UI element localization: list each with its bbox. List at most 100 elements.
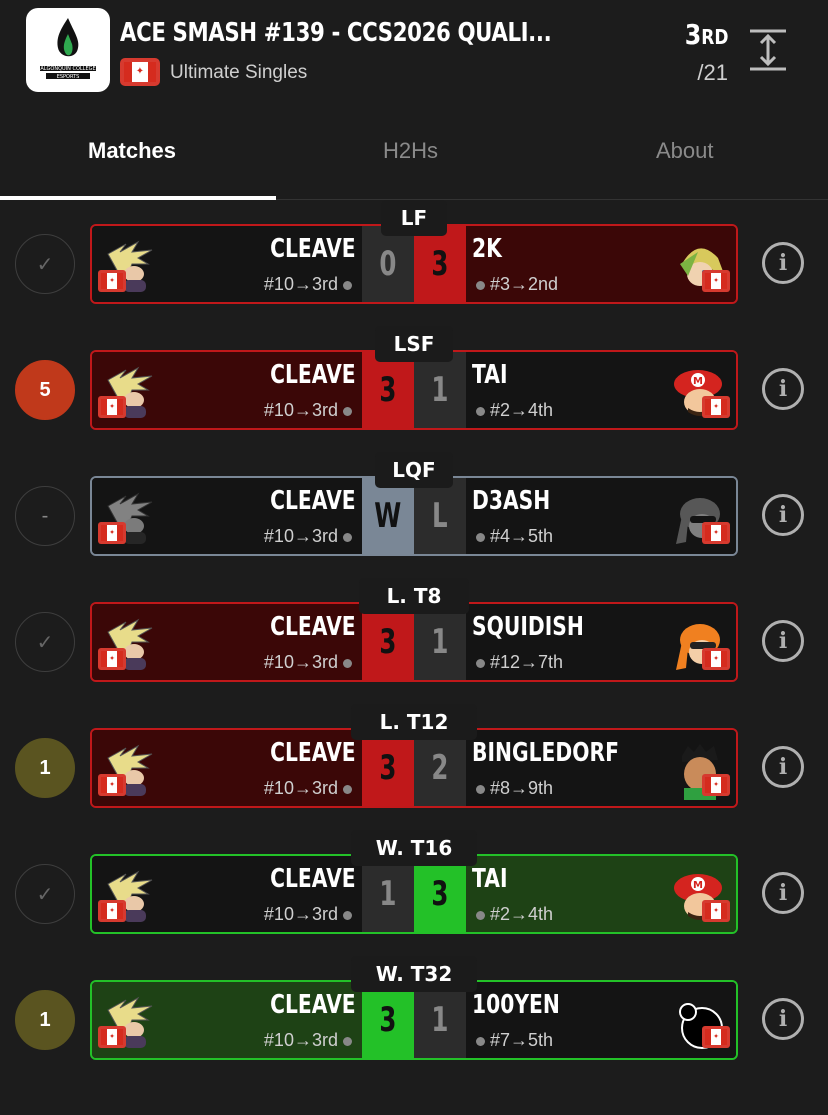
player-name: CLEAVE <box>270 990 356 1020</box>
info-icon[interactable]: i <box>762 494 804 536</box>
player-name: CLEAVE <box>270 486 356 516</box>
match-row[interactable]: 1 ✦ CLEAVE #10→3rd 3 1 ✦ 100YEN #7→5th W. T32 i <box>0 956 828 1076</box>
match-status-indicator: ✓ <box>15 612 75 672</box>
player-name: D3ASH <box>472 486 551 516</box>
player-seed: #10→3rd <box>264 400 352 421</box>
canada-flag-icon: ✦ <box>98 774 126 796</box>
match-row[interactable]: - ✦ CLEAVE #10→3rd W L ✦ D3ASH #4→5th LQF i <box>0 452 828 572</box>
status-dot <box>476 532 485 542</box>
score-right: 1 <box>414 352 466 428</box>
status-dot <box>476 280 485 290</box>
player-seed: #2→4th <box>476 904 553 925</box>
player-name: TAI <box>472 360 508 390</box>
seed-text: #7→5th <box>490 1030 554 1050</box>
player-name: BINGLEDORF <box>472 738 619 768</box>
match-card[interactable]: ✦ CLEAVE #10→3rd 1 3 M ✦ TAI #2→4th <box>90 854 738 934</box>
score-left: 3 <box>362 730 414 806</box>
canada-flag-icon: ✦ <box>702 1026 730 1048</box>
match-card[interactable]: ✦ CLEAVE #10→3rd 3 2 ✦ BINGLEDORF #8→9th <box>90 728 738 808</box>
status-dot <box>476 1036 485 1046</box>
player-name: TAI <box>472 864 508 894</box>
match-card[interactable]: ✦ CLEAVE #10→3rd W L ✦ D3ASH #4→5th <box>90 476 738 556</box>
canada-flag-icon: ✦ <box>702 648 730 670</box>
info-icon[interactable]: i <box>762 242 804 284</box>
player-name: CLEAVE <box>270 360 356 390</box>
match-row[interactable]: ✓ ✦ CLEAVE #10→3rd 1 3 M ✦ TAI #2→4th W. T16 i <box>0 830 828 950</box>
match-card[interactable]: ✦ CLEAVE #10→3rd 3 1 ✦ SQUIDISH #12→7th <box>90 602 738 682</box>
event-subtitle: Ultimate Singles <box>170 62 308 83</box>
round-label: LQF <box>375 452 453 488</box>
status-dot <box>476 406 485 416</box>
seed-text: #10→3rd <box>263 526 338 546</box>
tab-h2hs[interactable]: H2Hs <box>383 138 438 164</box>
player-name: CLEAVE <box>270 738 356 768</box>
player-seed: #2→4th <box>476 400 553 421</box>
player-right: ✦ D3ASH #4→5th <box>466 478 736 554</box>
player-left: ✦ CLEAVE #10→3rd <box>92 604 362 680</box>
player-seed: #4→5th <box>476 526 553 547</box>
player-seed: #3→2nd <box>476 274 558 295</box>
match-card[interactable]: ✦ CLEAVE #10→3rd 0 3 ✦ 2K #3→2nd <box>90 224 738 304</box>
player-right: ✦ BINGLEDORF #8→9th <box>466 730 736 806</box>
player-seed: #7→5th <box>476 1030 553 1051</box>
seed-text: #2→4th <box>490 904 554 924</box>
player-seed: #8→9th <box>476 778 553 799</box>
match-status-indicator: 5 <box>15 360 75 420</box>
score-value: 3 <box>431 874 449 914</box>
player-seed: #10→3rd <box>264 904 352 925</box>
tab-bar: Matches H2Hs About <box>0 110 828 200</box>
player-left: ✦ CLEAVE #10→3rd <box>92 226 362 302</box>
canada-flag-icon: ✦ <box>98 1026 126 1048</box>
player-name: 2K <box>472 234 502 264</box>
player-left: ✦ CLEAVE #10→3rd <box>92 856 362 932</box>
score-left: 3 <box>362 352 414 428</box>
seed-text: #10→3rd <box>263 1030 338 1050</box>
score-right: 1 <box>414 604 466 680</box>
score-value: 1 <box>431 1000 449 1040</box>
score-value: W <box>374 496 402 536</box>
tab-matches[interactable]: Matches <box>88 138 176 164</box>
match-row[interactable]: 5 ✦ CLEAVE #10→3rd 3 1 M ✦ TAI #2→4th LSF i <box>0 326 828 446</box>
match-status-indicator: - <box>15 486 75 546</box>
round-label: LSF <box>375 326 453 362</box>
score-right: L <box>414 478 466 554</box>
player-seed: #10→3rd <box>264 526 352 547</box>
score-left: 1 <box>362 856 414 932</box>
player-seed: #12→7th <box>476 652 563 673</box>
tab-about[interactable]: About <box>656 138 714 164</box>
seed-text: #10→3rd <box>263 274 338 294</box>
info-icon[interactable]: i <box>762 872 804 914</box>
seed-text: #12→7th <box>490 652 564 672</box>
info-icon[interactable]: i <box>762 746 804 788</box>
event-logo: ALGONQUIN COLLEGE ESPORTS <box>26 8 110 92</box>
canada-flag-icon: ✦ <box>120 58 160 86</box>
match-card[interactable]: ✦ CLEAVE #10→3rd 3 1 M ✦ TAI #2→4th <box>90 350 738 430</box>
score-value: L <box>432 496 448 536</box>
match-card[interactable]: ✦ CLEAVE #10→3rd 3 1 ✦ 100YEN #7→5th <box>90 980 738 1060</box>
score-left: W <box>362 478 414 554</box>
seed-text: #10→3rd <box>263 652 338 672</box>
status-dot <box>476 910 485 920</box>
status-dot <box>343 280 352 290</box>
canada-flag-icon: ✦ <box>98 900 126 922</box>
score-value: 1 <box>431 622 449 662</box>
status-dot <box>343 406 352 416</box>
seed-text: #10→3rd <box>263 904 338 924</box>
match-row[interactable]: ✓ ✦ CLEAVE #10→3rd 0 3 ✦ 2K #3→2nd LF i <box>0 200 828 320</box>
svg-text:M: M <box>693 376 703 387</box>
info-icon[interactable]: i <box>762 620 804 662</box>
info-icon[interactable]: i <box>762 368 804 410</box>
player-left: ✦ CLEAVE #10→3rd <box>92 478 362 554</box>
score-right: 3 <box>414 226 466 302</box>
score-right: 1 <box>414 982 466 1058</box>
info-icon[interactable]: i <box>762 998 804 1040</box>
player-right: ✦ SQUIDISH #12→7th <box>466 604 736 680</box>
player-left: ✦ CLEAVE #10→3rd <box>92 352 362 428</box>
match-row[interactable]: ✓ ✦ CLEAVE #10→3rd 3 1 ✦ SQUIDISH #12→7th L. T8… <box>0 578 828 698</box>
seed-text: #10→3rd <box>263 778 338 798</box>
match-row[interactable]: 1 ✦ CLEAVE #10→3rd 3 2 ✦ BINGLEDORF #8→9th L. T… <box>0 704 828 824</box>
canada-flag-icon: ✦ <box>98 270 126 292</box>
score-value: 2 <box>431 748 449 788</box>
expand-icon[interactable] <box>748 28 788 72</box>
match-status-indicator: 1 <box>15 738 75 798</box>
